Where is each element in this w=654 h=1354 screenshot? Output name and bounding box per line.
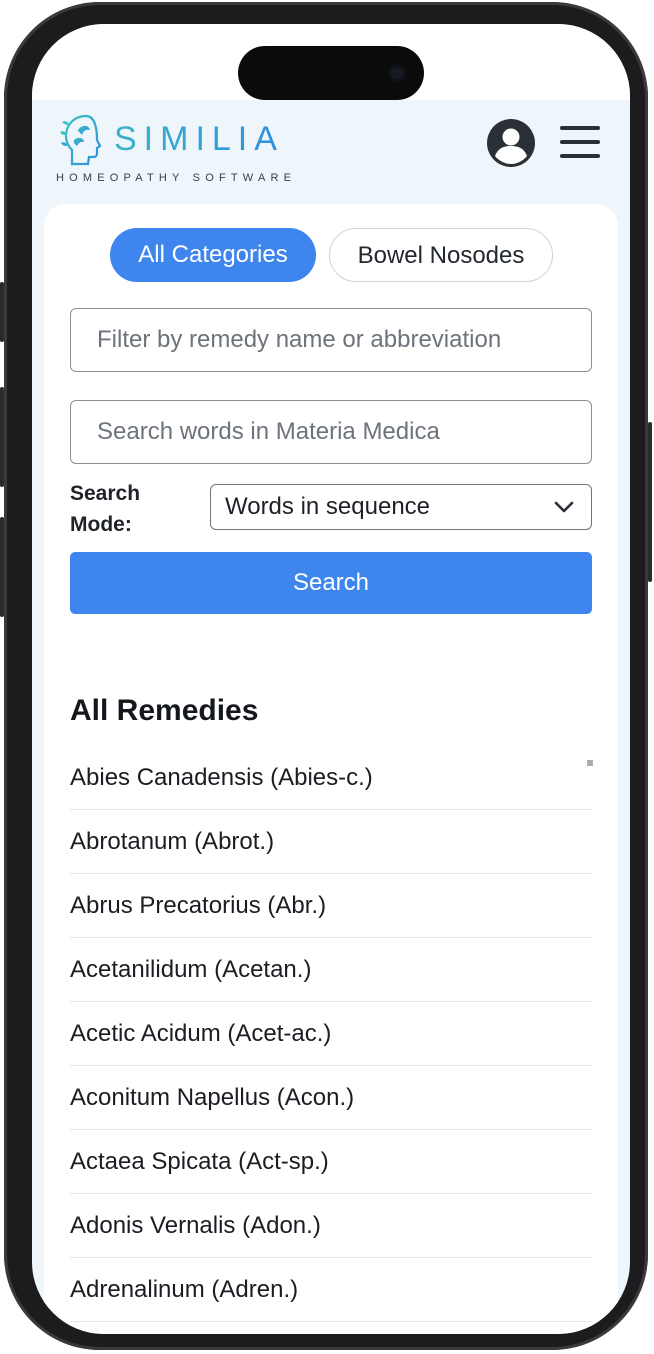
remedy-list-item[interactable]: Abrus Precatorius (Abr.) bbox=[70, 874, 592, 938]
search-mode-label: Search Mode: bbox=[70, 482, 141, 536]
status-bar bbox=[32, 24, 630, 100]
user-circle-icon[interactable] bbox=[486, 118, 536, 168]
remedy-list-item[interactable]: Aconitum Napellus (Acon.) bbox=[70, 1066, 592, 1130]
side-button-power bbox=[648, 422, 652, 582]
side-button-action bbox=[0, 282, 4, 342]
search-mode-selected-value: Words in sequence bbox=[225, 493, 431, 520]
remedy-list-item[interactable]: Adrenalinum (Adren.) bbox=[70, 1258, 592, 1322]
app-header: SIMILIA HOMEOPATHY SOFTWARE bbox=[32, 100, 630, 204]
remedy-list-item[interactable]: Acetic Acidum (Acet-ac.) bbox=[70, 1002, 592, 1066]
side-button-volume-up bbox=[0, 387, 4, 487]
materia-medica-search-input[interactable] bbox=[70, 400, 592, 464]
search-card: All Categories Bowel Nosodes Search Mode… bbox=[44, 204, 618, 1334]
chevron-down-icon bbox=[554, 501, 574, 513]
front-camera bbox=[388, 64, 406, 82]
similia-logo[interactable]: SIMILIA HOMEOPATHY SOFTWARE bbox=[54, 106, 314, 188]
remedy-list-item[interactable]: Abies Canadensis (Abies-c.) bbox=[70, 746, 592, 810]
search-button[interactable]: Search bbox=[70, 552, 592, 614]
logo-wordmark: SIMILIA bbox=[114, 120, 284, 158]
head-leaf-logo-icon bbox=[60, 114, 102, 166]
remedy-list-item[interactable]: Adonis Vernalis (Adon.) bbox=[70, 1194, 592, 1258]
phone-frame: SIMILIA HOMEOPATHY SOFTWARE All Categori… bbox=[0, 2, 652, 1350]
remedy-list-item[interactable]: Abrotanum (Abrot.) bbox=[70, 810, 592, 874]
remedy-list-item[interactable]: Acetanilidum (Acetan.) bbox=[70, 938, 592, 1002]
dynamic-island bbox=[238, 46, 424, 100]
remedy-filter-input[interactable] bbox=[70, 308, 592, 372]
hamburger-menu-icon[interactable] bbox=[560, 126, 600, 160]
category-chip-all[interactable]: All Categories bbox=[110, 228, 316, 282]
category-chip-bowel-nosodes[interactable]: Bowel Nosodes bbox=[329, 228, 553, 282]
remedy-list-item[interactable]: Actaea Spicata (Act-sp.) bbox=[70, 1130, 592, 1194]
logo-tagline: HOMEOPATHY SOFTWARE bbox=[56, 172, 297, 184]
search-mode-select[interactable]: Words in sequence bbox=[210, 484, 592, 530]
all-remedies-heading: All Remedies bbox=[70, 694, 259, 727]
phone-screen: SIMILIA HOMEOPATHY SOFTWARE All Categori… bbox=[32, 24, 630, 1334]
side-button-volume-down bbox=[0, 517, 4, 617]
remedy-list: Abies Canadensis (Abies-c.) Abrotanum (A… bbox=[70, 746, 592, 1322]
